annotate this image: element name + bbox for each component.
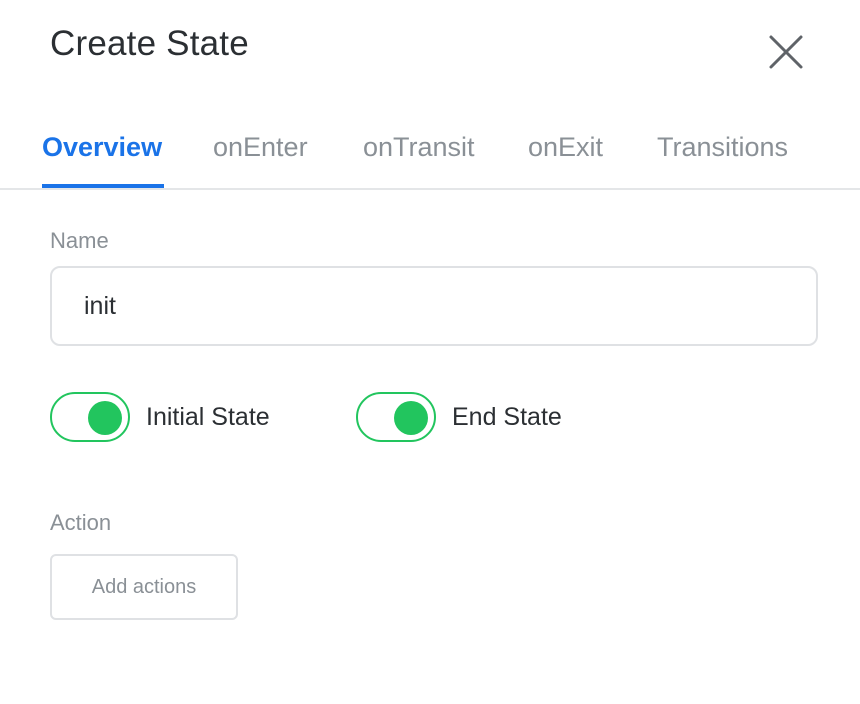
end-state-toggle-group: End State: [356, 392, 562, 442]
initial-state-toggle[interactable]: [50, 392, 130, 442]
dialog-header: Create State: [0, 0, 860, 100]
tab-ontransit[interactable]: onTransit: [363, 132, 475, 188]
toggle-knob: [88, 401, 122, 435]
toggle-knob: [394, 401, 428, 435]
close-icon: [769, 35, 803, 69]
tab-transitions[interactable]: Transitions: [657, 132, 788, 188]
add-actions-button[interactable]: Add actions: [50, 554, 238, 620]
tab-bar: Overview onEnter onTransit onExit Transi…: [0, 120, 860, 190]
tab-onexit[interactable]: onExit: [528, 132, 603, 188]
tab-overview[interactable]: Overview: [42, 132, 164, 188]
close-button[interactable]: [764, 30, 808, 74]
dialog-title: Create State: [50, 24, 249, 63]
create-state-dialog: Create State Overview onEnter onTransit …: [0, 0, 860, 704]
initial-state-label: Initial State: [146, 402, 270, 431]
initial-state-toggle-group: Initial State: [50, 392, 270, 442]
action-label: Action: [50, 510, 112, 535]
end-state-label: End State: [452, 402, 562, 431]
name-label: Name: [50, 228, 109, 253]
tab-onenter[interactable]: onEnter: [213, 132, 308, 188]
end-state-toggle[interactable]: [356, 392, 436, 442]
name-input[interactable]: [50, 266, 818, 346]
